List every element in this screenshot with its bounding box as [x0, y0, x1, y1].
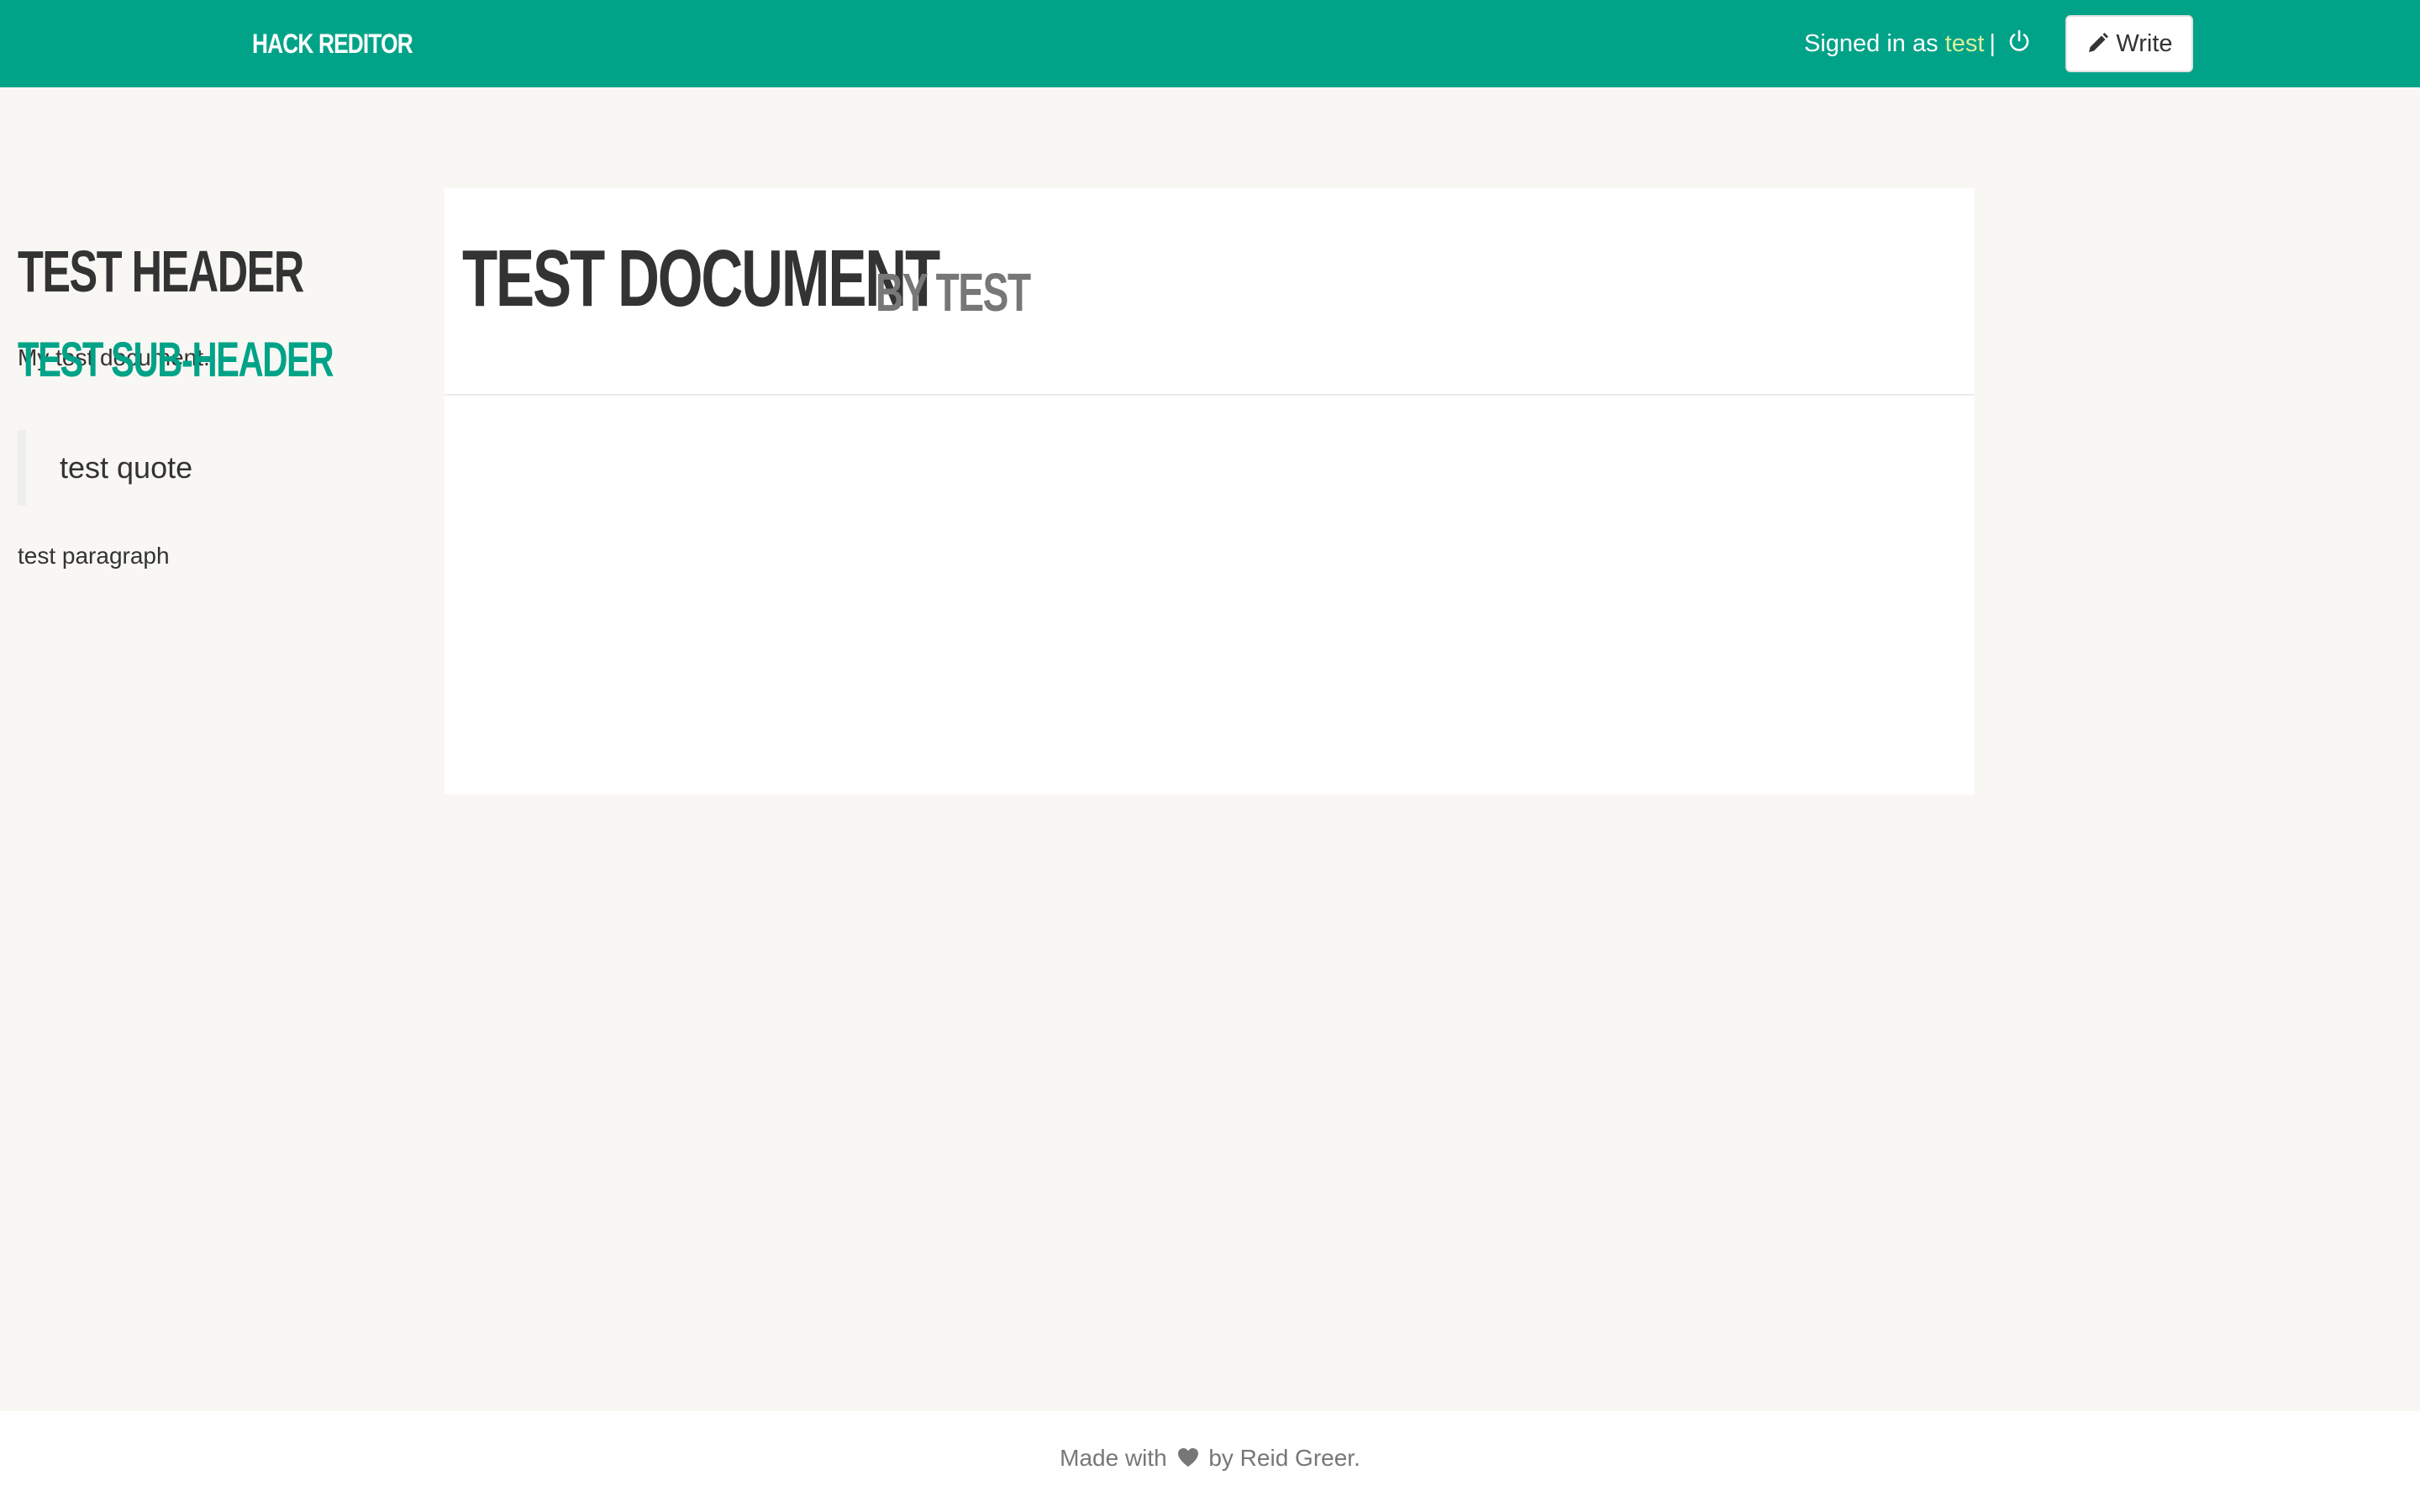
write-button-label: Write: [2116, 29, 2173, 57]
brand-logo-link[interactable]: HACK REDITOR: [252, 0, 413, 87]
nav-separator: |: [1989, 30, 1996, 57]
content-blockquote: test quote: [18, 430, 522, 506]
write-button[interactable]: Write: [2065, 15, 2193, 72]
content-header: TEST HEADER: [18, 239, 304, 304]
blockquote-text: test quote: [60, 450, 193, 485]
footer-by-text: by Reid Greer.: [1208, 1445, 1360, 1471]
document-byline: BY TEST: [876, 265, 1031, 319]
power-icon[interactable]: [2007, 29, 2032, 54]
signed-in-prefix: Signed in as: [1804, 30, 1945, 57]
signed-in-status: Signed in as test |: [1804, 0, 1996, 87]
content-subheader: TEST SUB-HEADER: [18, 333, 334, 387]
top-navbar: HACK REDITOR Signed in as test | Write: [0, 0, 2420, 87]
pencil-icon: [2089, 33, 2109, 52]
byline-author[interactable]: TEST: [936, 262, 1031, 323]
content-paragraph: test paragraph: [18, 543, 170, 569]
footer-credit: Made with by Reid Greer.: [0, 1445, 2420, 1472]
byline-prefix: BY: [876, 262, 928, 323]
document-header: TEST DOCUMENT BY TEST: [445, 188, 1975, 396]
username-link[interactable]: test: [1945, 30, 1985, 57]
footer-made-with: Made with: [1060, 1445, 1167, 1471]
document-title-text: TEST DOCUMENT: [462, 234, 940, 323]
heart-icon: [1177, 1448, 1198, 1467]
page-footer: Made with by Reid Greer.: [0, 1411, 2420, 1512]
document-card: TEST DOCUMENT BY TEST: [445, 188, 1975, 795]
